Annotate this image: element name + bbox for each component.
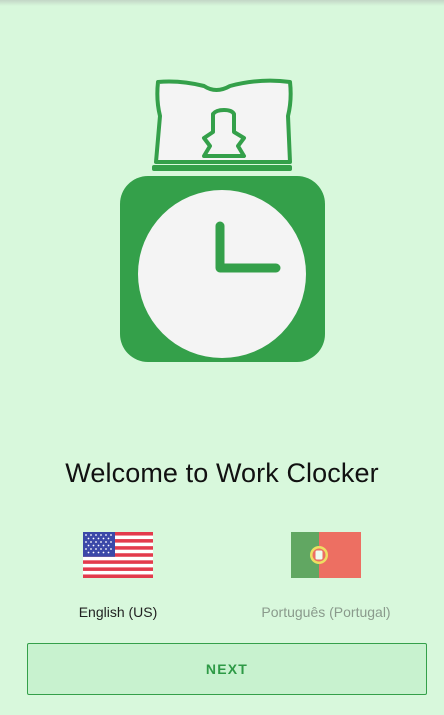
language-option-english[interactable]: English (US) (38, 532, 198, 620)
language-option-portuguese[interactable]: Português (Portugal) (246, 532, 406, 620)
next-button[interactable]: NEXT (27, 643, 427, 695)
language-label-english: English (US) (78, 604, 158, 620)
us-flag-icon (83, 532, 153, 578)
portugal-flag-icon (291, 532, 361, 578)
top-shadow (0, 0, 444, 6)
time-clock-icon (120, 78, 325, 362)
welcome-title: Welcome to Work Clocker (65, 458, 379, 488)
language-label-portuguese: Português (Portugal) (261, 604, 391, 620)
